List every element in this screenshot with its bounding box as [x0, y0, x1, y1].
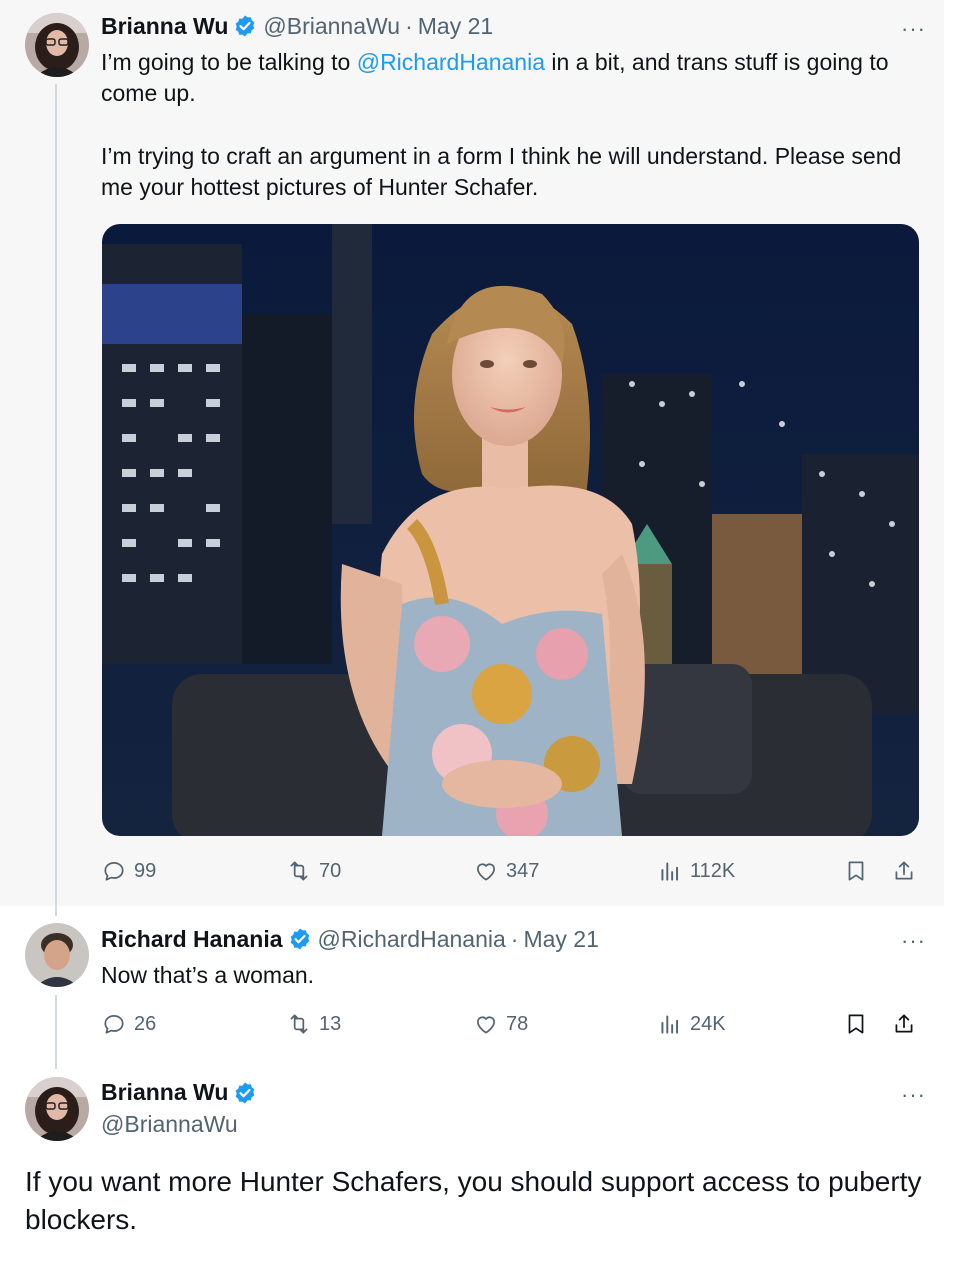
views-count: 24K — [690, 1013, 726, 1035]
reply-icon — [104, 862, 124, 881]
reply-button[interactable]: 99 — [101, 858, 156, 884]
more-options-icon[interactable]: ··· — [901, 1084, 926, 1106]
author-handle[interactable]: @BriannaWu — [263, 12, 400, 40]
share-button[interactable] — [891, 1011, 924, 1037]
tweet-date[interactable]: May 21 — [418, 12, 493, 40]
retweet-button[interactable]: 13 — [286, 1011, 341, 1037]
views-icon — [661, 1015, 679, 1034]
tweet-header: Richard Hanania @RichardHanania · May 21 — [101, 925, 599, 953]
share-button[interactable] — [891, 858, 924, 884]
thread-line-2 — [55, 995, 57, 1069]
verified-badge-icon — [288, 927, 312, 951]
share-icon — [895, 861, 913, 880]
author-handle[interactable]: @RichardHanania — [318, 925, 506, 953]
tweet-text-paragraph2: I’m trying to craft an argument in a for… — [101, 143, 902, 200]
verified-badge-icon — [233, 1081, 257, 1105]
like-button[interactable]: 78 — [473, 1011, 528, 1037]
reply-icon — [104, 1015, 124, 1034]
mention-link[interactable]: @RichardHanania — [357, 49, 545, 75]
tweet-date[interactable]: May 21 — [523, 925, 598, 953]
retweet-icon — [290, 861, 308, 881]
avatar-brianna[interactable] — [25, 13, 89, 77]
more-options-icon[interactable]: ··· — [901, 18, 926, 40]
tweet-actions: 99 70 347 112K — [101, 858, 921, 888]
tweet-header: Brianna Wu @BriannaWu · May 21 — [101, 12, 493, 40]
views-button[interactable]: 24K — [657, 1011, 726, 1037]
retweet-button[interactable]: 70 — [286, 858, 341, 884]
bookmark-button[interactable] — [843, 858, 876, 884]
bookmark-icon — [848, 1014, 864, 1034]
like-button[interactable]: 347 — [473, 858, 539, 884]
heart-icon — [477, 863, 495, 881]
verified-badge-icon — [233, 14, 257, 38]
separator-dot: · — [405, 13, 413, 39]
avatar-brianna[interactable] — [25, 1077, 89, 1141]
retweet-count: 70 — [319, 860, 342, 882]
reply-count: 26 — [134, 1013, 157, 1035]
bookmark-icon — [848, 861, 864, 881]
more-options-icon[interactable]: ··· — [901, 930, 926, 952]
reply-button[interactable]: 26 — [101, 1011, 156, 1037]
tweet-text: If you want more Hunter Schafers, you sh… — [25, 1166, 922, 1235]
tweet-actions: 26 13 78 24K — [101, 1011, 921, 1041]
tweet-text: I’m going to be talking to @RichardHanan… — [101, 47, 921, 109]
thread-line — [55, 84, 57, 916]
author-name[interactable]: Brianna Wu — [101, 12, 228, 40]
separator-dot: · — [510, 926, 519, 952]
views-icon — [661, 862, 679, 881]
tweet-text: Now that’s a woman. — [101, 962, 315, 988]
avatar-richard[interactable] — [25, 923, 89, 987]
like-count: 347 — [506, 860, 540, 882]
author-name[interactable]: Brianna Wu — [101, 1079, 228, 1106]
views-count: 112K — [690, 860, 736, 882]
tweet-image[interactable] — [102, 224, 919, 836]
share-icon — [895, 1014, 913, 1033]
bookmark-button[interactable] — [843, 1011, 876, 1037]
heart-icon — [477, 1016, 495, 1034]
retweet-count: 13 — [319, 1013, 342, 1035]
author-name[interactable]: Richard Hanania — [101, 925, 283, 953]
like-count: 78 — [506, 1013, 529, 1035]
views-button[interactable]: 112K — [657, 858, 735, 884]
reply-count: 99 — [134, 860, 157, 882]
tweet-header: Brianna Wu — [101, 1079, 263, 1106]
tweet-text-line1-pre: I’m going to be talking to — [101, 49, 357, 75]
author-handle[interactable]: @BriannaWu — [101, 1111, 238, 1138]
retweet-icon — [290, 1014, 308, 1034]
